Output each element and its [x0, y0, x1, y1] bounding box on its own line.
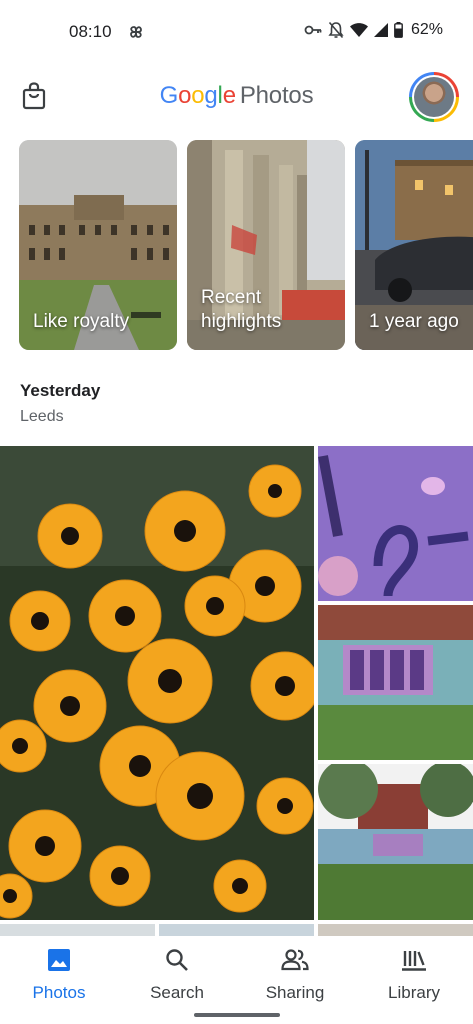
- bottom-navigation: Photos Search Sharing Library: [0, 936, 473, 1024]
- graffiti-closeup-photo: [318, 446, 473, 601]
- logo-product-name: Photos: [239, 82, 314, 109]
- nav-search[interactable]: Search: [118, 946, 236, 1003]
- nav-sharing[interactable]: Sharing: [236, 946, 354, 1003]
- photo-thumbnail[interactable]: [318, 924, 473, 936]
- location-label[interactable]: Leeds: [20, 408, 64, 426]
- nav-label: Library: [388, 983, 440, 1002]
- nav-label: Photos: [32, 983, 86, 1002]
- photo-thumbnail[interactable]: [159, 924, 314, 936]
- signal-icon: [373, 23, 388, 37]
- nav-label: Search: [150, 983, 204, 1002]
- battery-icon: [394, 22, 403, 38]
- nav-photos[interactable]: Photos: [0, 946, 118, 1003]
- nav-library[interactable]: Library: [355, 946, 473, 1003]
- app-bar: Google Photos: [0, 64, 473, 130]
- photo-grid: [0, 446, 473, 936]
- pinwheel-icon: [130, 26, 142, 38]
- trees-wall-photo: [318, 764, 473, 920]
- status-time: 08:10: [69, 22, 112, 41]
- nav-label: Sharing: [265, 983, 325, 1002]
- memory-label: 1 year ago: [369, 311, 459, 332]
- battery-percent: 62%: [410, 21, 443, 38]
- photo-thumbnail[interactable]: [318, 446, 473, 601]
- key-icon: [304, 25, 322, 35]
- status-bar: 08:10 62%: [0, 0, 473, 64]
- photo-thumbnail[interactable]: [318, 764, 473, 920]
- wifi-icon: [349, 23, 368, 37]
- memory-card-like-royalty[interactable]: Like royalty: [19, 140, 177, 350]
- search-icon: [166, 949, 188, 971]
- sharing-icon: [281, 949, 309, 971]
- library-icon: [402, 951, 426, 971]
- memory-card-1-year-ago[interactable]: 1 year ago: [355, 140, 473, 350]
- graffiti-wall-photo: [318, 605, 473, 760]
- memory-label: Like royalty: [33, 311, 130, 332]
- avatar-photo: [414, 77, 454, 117]
- photos-icon: [48, 949, 70, 971]
- memory-label: Recent highlights: [201, 287, 282, 332]
- photo-thumbnail[interactable]: [0, 924, 155, 936]
- account-avatar[interactable]: [409, 72, 459, 122]
- memories-carousel[interactable]: Like royalty Recent highlights 1 year ag…: [19, 140, 473, 350]
- memory-card-recent-highlights[interactable]: Recent highlights: [187, 140, 345, 350]
- flowers-photo: [0, 446, 314, 920]
- bell-off-icon: [328, 21, 344, 39]
- date-header: Yesterday: [20, 381, 101, 400]
- photo-thumbnail[interactable]: [318, 605, 473, 760]
- status-icons: 62%: [304, 21, 443, 39]
- gesture-bar[interactable]: [194, 1013, 280, 1017]
- google-photos-logo: Google Photos: [159, 82, 314, 109]
- photo-thumbnail[interactable]: [0, 446, 314, 920]
